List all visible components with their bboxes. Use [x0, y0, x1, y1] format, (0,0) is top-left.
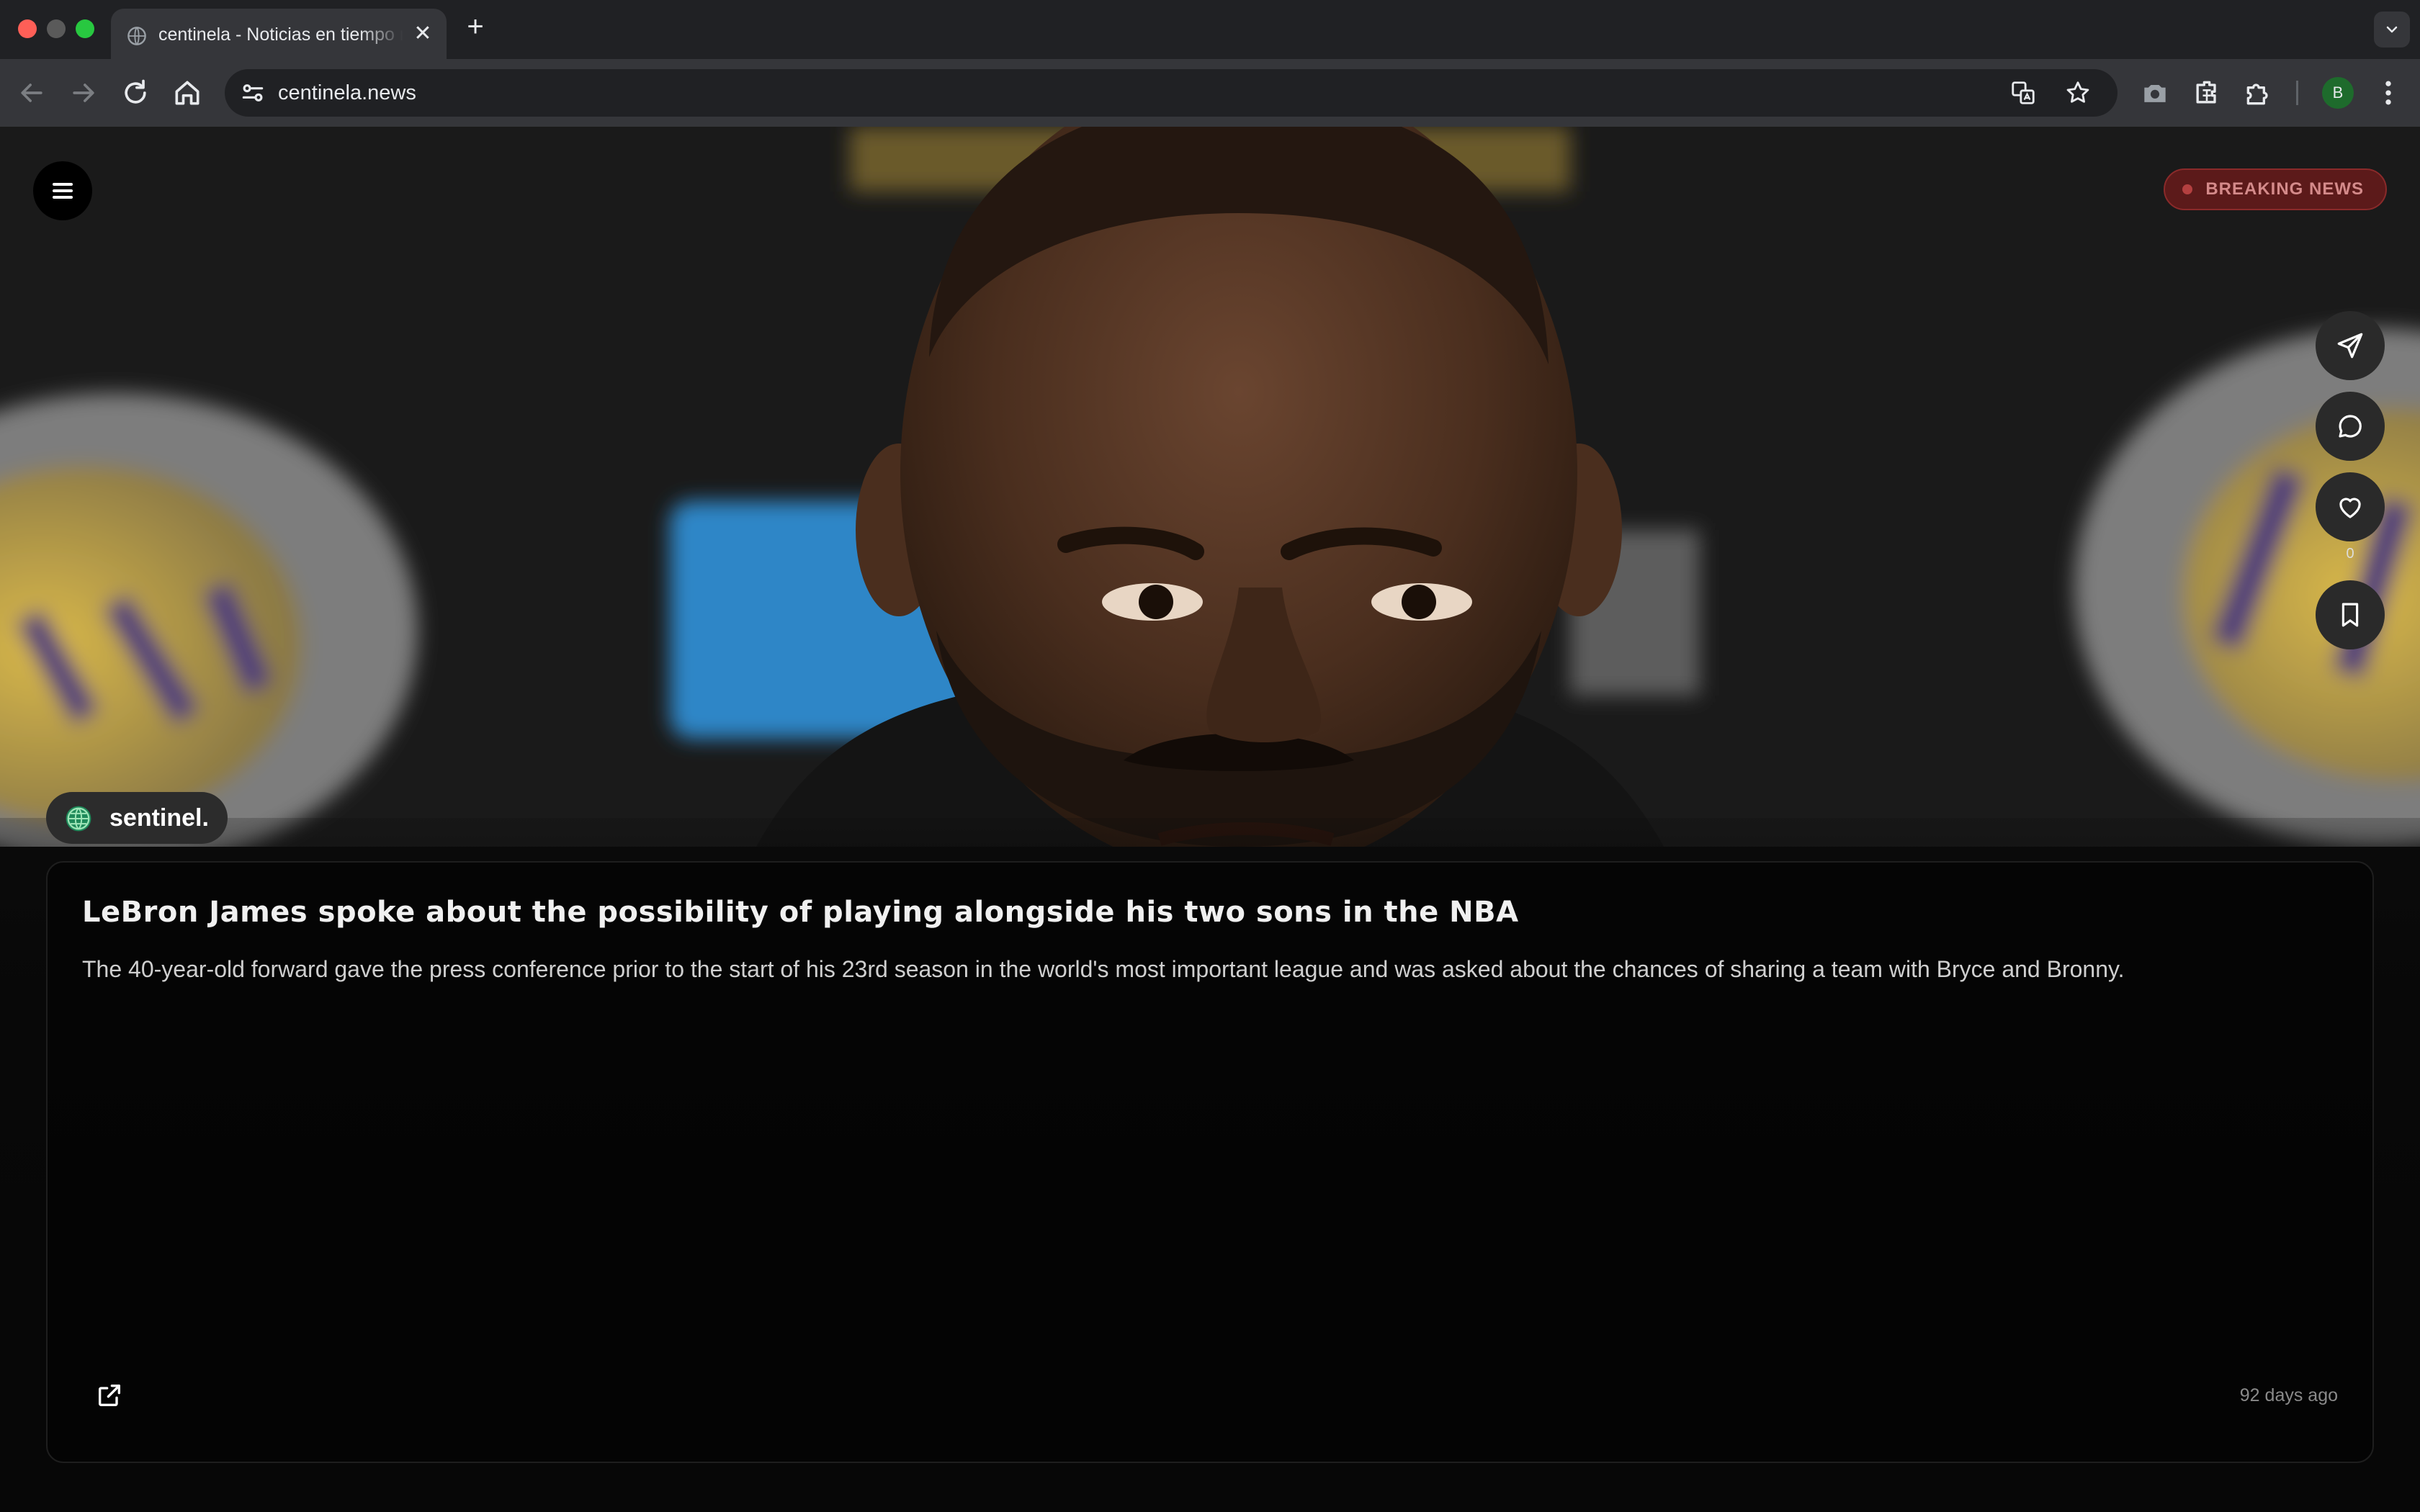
extension-puzzle-icon[interactable]: [2191, 77, 2223, 109]
external-link-icon[interactable]: [95, 1381, 124, 1410]
comment-button[interactable]: [2316, 392, 2385, 461]
window-close-button[interactable]: [18, 19, 37, 38]
live-dot-icon: [2182, 184, 2193, 194]
bookmark-icon: [2341, 603, 2359, 627]
source-badge[interactable]: sentinel.: [46, 792, 228, 844]
browser-tab-active[interactable]: centinela - Noticias en tiempo real ✕: [111, 9, 447, 59]
hamburger-menu-button[interactable]: [33, 161, 92, 220]
article-headline[interactable]: LeBron James spoke about the possibility…: [82, 896, 1519, 929]
news-page: BREAKING NEWS 0 sentinel. LeBron James s…: [0, 127, 2420, 1512]
browser-toolbar: centinela.news B: [0, 59, 2420, 127]
article-card[interactable]: LeBron James spoke about the possibility…: [46, 861, 2374, 1463]
translate-icon[interactable]: [2009, 79, 2037, 107]
article-summary: The 40-year-old forward gave the press c…: [82, 956, 2125, 982]
share-button[interactable]: [2316, 311, 2385, 380]
window-minimize-button[interactable]: [47, 19, 66, 38]
toolbar-divider: [2296, 81, 2298, 105]
browser-tab-bar: centinela - Noticias en tiempo real ✕ +: [0, 0, 2420, 59]
hero-photo: [0, 127, 2420, 847]
tab-title: centinela - Noticias en tiempo real: [158, 24, 403, 45]
article-timestamp: 92 days ago: [2239, 1385, 2338, 1405]
like-count: 0: [2346, 546, 2354, 562]
new-tab-button[interactable]: +: [462, 12, 488, 41]
reload-icon[interactable]: [120, 77, 151, 109]
globe-icon: [66, 806, 91, 832]
bookmark-star-icon[interactable]: [2064, 79, 2092, 107]
back-arrow-icon[interactable]: [16, 77, 48, 109]
chevron-down-icon: [2386, 26, 2398, 33]
heart-icon: [2339, 498, 2361, 518]
extensions-icon[interactable]: [2243, 77, 2275, 109]
camera-icon[interactable]: [2139, 77, 2171, 109]
forward-arrow-icon[interactable]: [68, 77, 99, 109]
breaking-news-badge[interactable]: BREAKING NEWS: [2164, 168, 2387, 210]
comment-bubble-icon: [2339, 415, 2362, 438]
tab-close-icon[interactable]: ✕: [412, 23, 434, 45]
globe-icon: [127, 27, 146, 45]
bookmark-button[interactable]: [2316, 580, 2385, 649]
home-icon[interactable]: [171, 77, 203, 109]
send-icon: [2337, 333, 2363, 359]
profile-avatar[interactable]: B: [2322, 77, 2354, 109]
tab-search-button[interactable]: [2374, 12, 2410, 48]
window-zoom-button[interactable]: [76, 19, 94, 38]
url-text: centinela.news: [278, 81, 416, 104]
source-name: sentinel.: [109, 804, 209, 832]
address-bar[interactable]: centinela.news: [225, 69, 2118, 117]
site-settings-icon[interactable]: [239, 79, 266, 107]
like-button[interactable]: [2316, 472, 2385, 541]
breaking-news-label: BREAKING NEWS: [2205, 179, 2364, 199]
more-menu-icon[interactable]: [2372, 77, 2404, 109]
